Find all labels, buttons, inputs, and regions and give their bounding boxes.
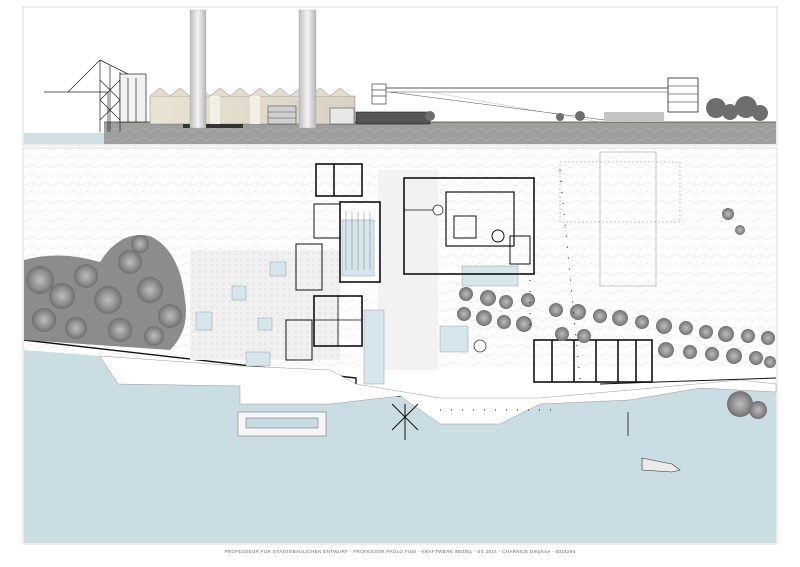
power-plant-hall	[149, 87, 356, 128]
architectural-site-plan-sheet	[0, 0, 800, 562]
site-plan-drawing	[23, 149, 777, 543]
sheet-caption: PROFESSEUR FÜR STÄDTEBAULICHEN ENTWURF -…	[224, 549, 576, 554]
